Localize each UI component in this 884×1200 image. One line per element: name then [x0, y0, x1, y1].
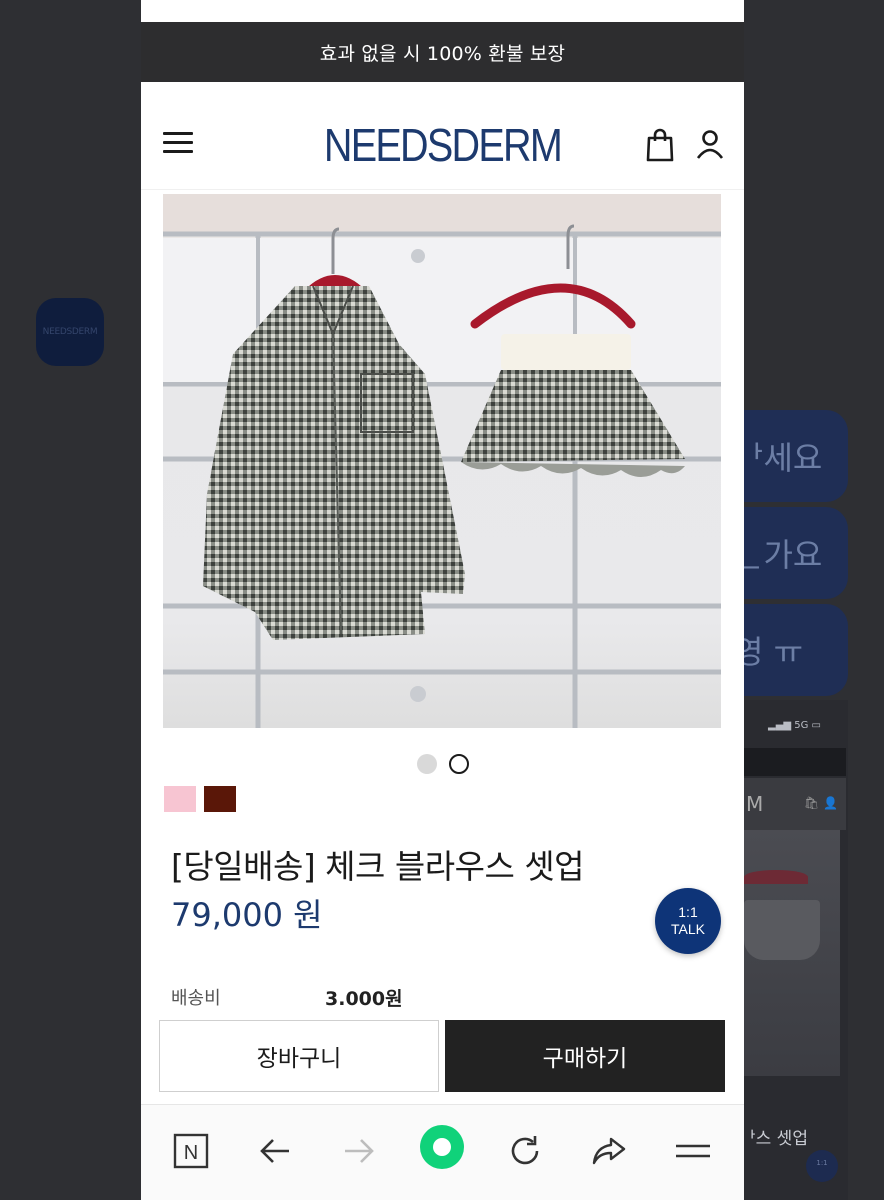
user-icon[interactable] [695, 128, 725, 160]
color-swatch-brown[interactable] [204, 786, 236, 812]
background-talk-button: 1:1 [806, 1150, 838, 1182]
svg-text:N: N [184, 1142, 198, 1164]
shipping-value: 3.000원 [325, 988, 403, 1010]
add-to-cart-label: 장바구니 [256, 1046, 342, 1072]
shopping-bag-icon[interactable] [645, 128, 675, 162]
notice-text: 효과 없을 시 100% 환불 보장 [319, 42, 566, 65]
buy-now-label: 구매하기 [542, 1046, 628, 1072]
shipping-label: 배송비 [171, 988, 221, 1009]
gallery-dot[interactable] [416, 754, 437, 774]
share-icon[interactable] [589, 1131, 629, 1171]
product-title: [당일배송] 체크 블라우스 셋업 [171, 847, 585, 886]
background-avatar: NEEDSDERM [36, 298, 104, 366]
background-product-title: ᅡ스 셋업 [740, 1129, 808, 1149]
phone-screen: 효과 없을 시 100% 환불 보장 NEEDSDERM [당일배송] 체크 블… [141, 0, 744, 1200]
gallery-pagination [141, 754, 744, 774]
back-arrow-icon[interactable] [255, 1131, 295, 1171]
n-home-icon[interactable]: N [171, 1131, 211, 1171]
green-dot-icon[interactable] [418, 1123, 466, 1171]
gallery-dot[interactable] [448, 754, 469, 774]
forward-arrow-icon[interactable] [339, 1131, 379, 1171]
buy-now-button[interactable]: 구매하기 [445, 1020, 725, 1092]
background-product-image [740, 830, 840, 1076]
top-strip [141, 0, 744, 22]
add-to-cart-button[interactable]: 장바구니 [159, 1020, 439, 1092]
talk-line2: TALK [671, 921, 705, 937]
product-price: 79,000 원 [171, 896, 323, 934]
notice-bar[interactable]: 효과 없을 시 100% 환불 보장 [141, 22, 744, 82]
menu-icon[interactable] [673, 1131, 713, 1171]
color-swatch-pink[interactable] [164, 786, 196, 812]
talk-chat-button[interactable]: 1:1 TALK [655, 888, 721, 954]
background-header: M 🛍 👤 [740, 778, 846, 830]
color-options [164, 786, 236, 812]
talk-line1: 1:1 [678, 904, 698, 920]
background-banner [740, 748, 846, 776]
brand-logo[interactable]: NEEDSDERM [183, 118, 702, 172]
site-header: NEEDSDERM [141, 82, 744, 190]
product-image[interactable] [163, 194, 721, 728]
reload-icon[interactable] [505, 1131, 545, 1171]
background-status-bar: ▂▄▆ 5G ▭ [768, 720, 822, 731]
browser-toolbar: N [141, 1104, 744, 1200]
